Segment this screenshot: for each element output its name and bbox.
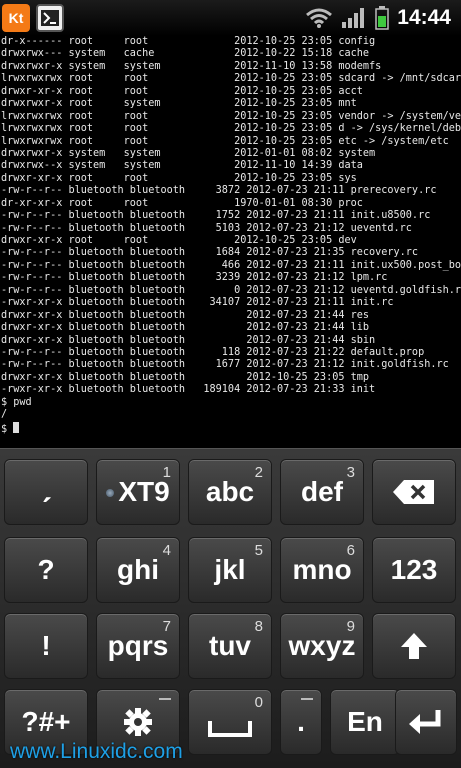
key-number: 5 — [254, 542, 263, 559]
terminal-line: $ — [1, 421, 461, 435]
key-xt9[interactable]: XT9 1 — [96, 459, 180, 525]
key-mno[interactable]: mno 6 — [280, 537, 364, 603]
terminal-cursor — [13, 421, 20, 433]
terminal-line: -rw-r--r-- bluetooth bluetooth 118 2012-… — [1, 346, 425, 358]
long-press-indicator — [159, 698, 171, 700]
key-number: 2 — [254, 464, 263, 481]
terminal-line: drwxr-xr-x root root 2012-10-25 23:05 sy… — [1, 172, 357, 184]
key-number: 9 — [346, 618, 355, 635]
terminal-line: drwxrwxr-x system system 2012-11-10 13:5… — [1, 60, 382, 72]
key-label: . — [297, 706, 305, 737]
key-jkl[interactable]: jkl 5 — [188, 537, 272, 603]
terminal-line: drwxr-xr-x root root 2012-10-25 23:05 de… — [1, 235, 357, 246]
key-label: 123 — [390, 554, 438, 585]
key-backspace[interactable] — [372, 459, 456, 525]
terminal-line: drwxrwxr-x system system 2012-01-01 08:0… — [1, 147, 376, 159]
key-123[interactable]: 123 — [372, 537, 456, 603]
notification-icons: Kt — [2, 4, 64, 32]
system-icons: 14:44 — [305, 0, 451, 36]
terminal-line: -rw-r--r-- bluetooth bluetooth 5103 2012… — [1, 222, 412, 234]
key-tuv[interactable]: tuv 8 — [188, 613, 272, 679]
terminal-line: -rw-r--r-- bluetooth bluetooth 0 2012-07… — [1, 284, 461, 296]
terminal-output[interactable]: dr-x------ root root 2012-10-25 23:05 co… — [0, 36, 461, 448]
key-def[interactable]: def 3 — [280, 459, 364, 525]
key-icon-wrap — [396, 690, 456, 754]
terminal-line: -rwxr-xr-x bluetooth bluetooth 34107 201… — [1, 297, 394, 309]
key-icon-wrap — [373, 614, 455, 678]
key-abc[interactable]: abc 2 — [188, 459, 272, 525]
gear-icon — [124, 708, 152, 736]
terminal-line: drwxr-xr-x bluetooth bluetooth 2012-07-2… — [1, 334, 376, 346]
terminal-line: / — [1, 409, 8, 421]
terminal-line: drwxrwxr-x root system 2012-10-25 23:05 … — [1, 98, 357, 110]
terminal-line: -rw-r--r-- bluetooth bluetooth 466 2012-… — [1, 259, 461, 271]
watermark: www.Linuxidc.com — [10, 740, 183, 763]
kingsoft-app-icon-label: Kt — [8, 10, 24, 26]
space-bar-icon — [208, 721, 252, 737]
terminal-line: drwxr-xr-x bluetooth bluetooth 2012-10-2… — [1, 371, 370, 383]
terminal-line: drwxrwx--- system cache 2012-10-22 15:18… — [1, 48, 370, 60]
terminal-line: dr-x------ root root 2012-10-25 23:05 co… — [1, 36, 376, 47]
xt9-indicator-icon — [106, 489, 115, 497]
key-label: ? — [37, 554, 55, 585]
key-exclamation[interactable]: ! — [4, 613, 88, 679]
key-number: 0 — [254, 694, 263, 711]
key-number: 3 — [346, 464, 355, 481]
key-label: ?#+ — [21, 706, 71, 737]
key-question[interactable]: ? — [4, 537, 88, 603]
terminal-line: -rw-r--r-- bluetooth bluetooth 1684 2012… — [1, 247, 419, 259]
terminal-line: -rwxr-xr-x bluetooth bluetooth 189104 20… — [1, 384, 376, 396]
key-number: 6 — [346, 542, 355, 559]
terminal-line: lrwxrwxrwx root root 2012-10-25 23:05 d … — [1, 123, 461, 135]
terminal-app-icon[interactable] — [36, 4, 64, 32]
terminal-line: lrwxrwxrwx root root 2012-10-25 23:05 et… — [1, 135, 449, 147]
keyboard: ˏ XT9 1 abc 2 def 3? ghi 4 jkl 5 mno 6 123! pqrs 7 tuv 8 w… — [0, 448, 461, 768]
key-pqrs[interactable]: pqrs 7 — [96, 613, 180, 679]
status-bar: Kt 14:44 — [0, 0, 461, 36]
key-ghi[interactable]: ghi 4 — [96, 537, 180, 603]
terminal-line: drwxr-xr-x bluetooth bluetooth 2012-07-2… — [1, 309, 370, 321]
key-wxyz[interactable]: wxyz 9 — [280, 613, 364, 679]
key-number: 1 — [162, 464, 171, 481]
clock: 14:44 — [397, 6, 451, 29]
wifi-icon — [306, 8, 333, 28]
enter-icon — [409, 710, 441, 734]
key-comma[interactable]: ˏ — [4, 459, 88, 525]
key-icon-wrap — [373, 460, 455, 524]
terminal-line: drwxrwx--x system system 2012-11-10 14:3… — [1, 160, 363, 172]
kingsoft-app-icon[interactable]: Kt — [2, 4, 30, 32]
key-label: ˏ — [40, 465, 52, 503]
key-number: 8 — [254, 618, 263, 635]
terminal-line: dr-xr-xr-x root root 1970-01-01 08:30 pr… — [1, 197, 363, 209]
battery-icon — [375, 6, 390, 30]
shift-arrow-icon — [401, 633, 427, 659]
key-shift[interactable] — [372, 613, 456, 679]
terminal-line: -rw-r--r-- bluetooth bluetooth 1677 2012… — [1, 359, 449, 371]
terminal-line: -rw-r--r-- bluetooth bluetooth 3239 2012… — [1, 272, 388, 284]
long-press-indicator — [301, 698, 313, 700]
key-period[interactable]: . — [280, 689, 322, 755]
terminal-prompt-icon — [41, 10, 59, 26]
terminal-line: lrwxrwxrwx root root 2012-10-25 23:05 ve… — [1, 110, 461, 122]
terminal-line: drwxr-xr-x bluetooth bluetooth 2012-07-2… — [1, 322, 370, 334]
key-label: ! — [41, 630, 51, 661]
signal-icon — [342, 8, 365, 28]
terminal-line: -rw-r--r-- bluetooth bluetooth 1752 2012… — [1, 210, 431, 222]
key-language[interactable]: En — [330, 689, 400, 755]
terminal-line: lrwxrwxrwx root root 2012-10-25 23:05 sd… — [1, 73, 461, 85]
key-enter[interactable] — [395, 689, 457, 755]
terminal-line: -rw-r--r-- bluetooth bluetooth 3872 2012… — [1, 185, 437, 197]
terminal-line: drwxr-xr-x root root 2012-10-25 23:05 ac… — [1, 85, 363, 97]
key-label: En — [347, 706, 383, 737]
terminal-line: $ pwd — [1, 396, 32, 408]
key-number: 4 — [162, 542, 171, 559]
key-number: 7 — [162, 618, 171, 635]
backspace-icon — [393, 480, 434, 504]
key-space[interactable]: 0 — [188, 689, 272, 755]
